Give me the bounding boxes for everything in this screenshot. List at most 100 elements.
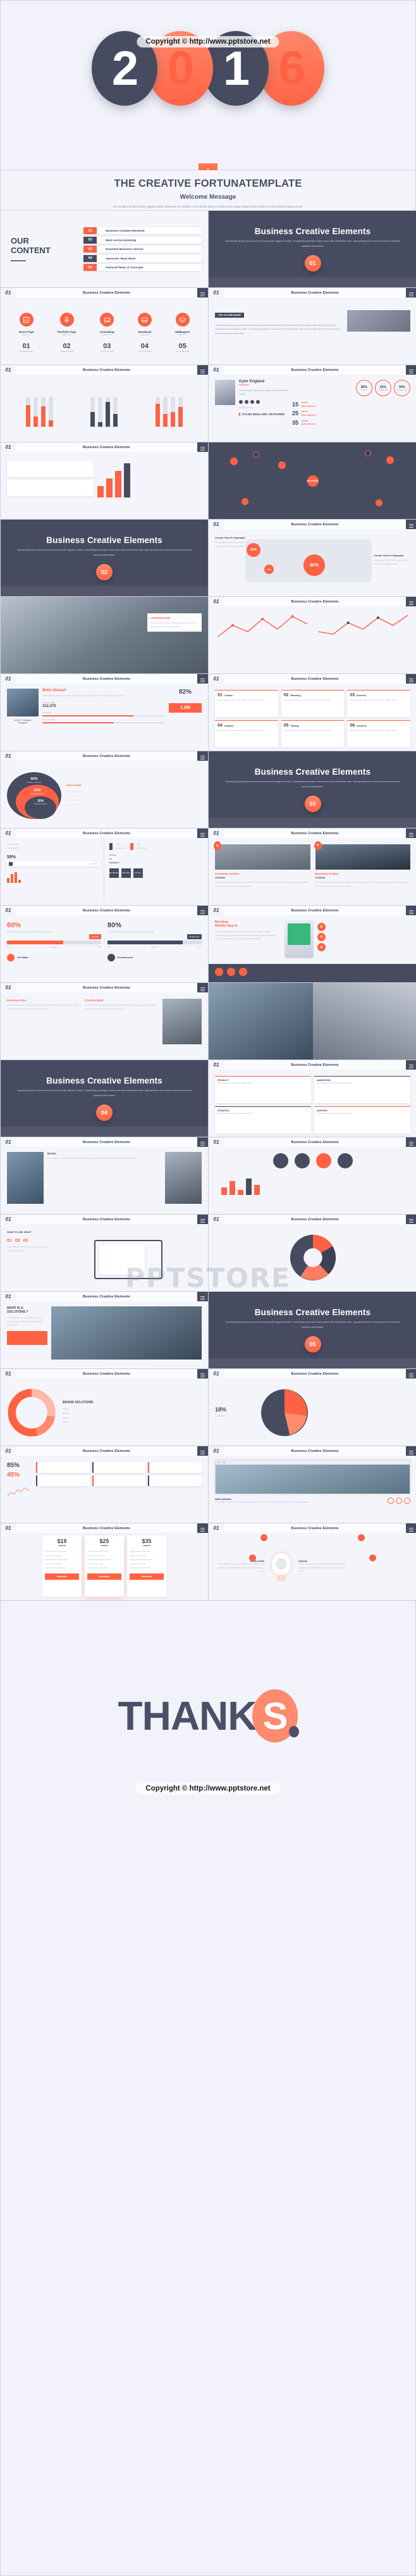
app-item[interactable]: Portfolio Page WEB SITE 02 CLICK ON APP [58,313,76,353]
list-icon[interactable] [406,674,416,684]
plus-icon[interactable]: + [199,163,217,170]
team-card[interactable]: STRATEGY List est laborum dolo rumes fug… [215,1106,311,1134]
list-icon[interactable] [197,1215,208,1224]
list-icon[interactable] [197,1446,208,1456]
slide-two-column-image[interactable]: 01 Business Creative Elements TWO COLUMN… [209,288,416,365]
list-icon[interactable] [406,1446,416,1456]
list-icon[interactable] [197,1292,208,1301]
list-icon[interactable] [406,597,416,606]
slide-mobile-mockup[interactable]: 01 Business Creative Elements Mockup Mob… [209,906,416,983]
network-node[interactable] [242,498,248,505]
app-cta[interactable]: CLICK ON APP [138,350,152,354]
browser-tab[interactable] [404,1497,410,1504]
list-icon[interactable] [197,828,208,838]
slide-our-content[interactable]: OUR CONTENT 01 Business Creative Element… [1,211,209,288]
list-icon[interactable] [406,1060,416,1070]
network-node[interactable] [386,456,394,464]
subscribe-button[interactable]: Subscribe [45,1573,79,1580]
slide-pricing-table[interactable]: 01 Business Creative Elements $19 / MONT… [1,1523,209,1601]
list-icon[interactable] [197,751,208,761]
slide-browser-mockup[interactable]: 01 Business Creative Elements WEB DESIGN [209,1446,416,1523]
slide-profile[interactable]: 01 Business Creative Elements Kyler Engl… [209,365,416,442]
browser-tab[interactable] [388,1497,394,1504]
app-item[interactable]: Download WEB SITE 04 CLICK ON APP [137,313,152,354]
browser-window[interactable] [215,1460,410,1494]
app-cta[interactable]: CLICK ON APP [100,350,114,354]
slide-line-charts[interactable]: 01 Business Creative Elements [209,597,416,674]
slide-portrait-building[interactable]: 01 Business Creative Elements Dream List… [1,1137,209,1215]
list-icon[interactable] [197,288,208,297]
slide-bar-charts[interactable]: 01 Business Creative Elements [1,365,209,442]
slide-news-cards[interactable]: 01 Business Creative Elements ★ Costumer… [209,828,416,906]
list-icon[interactable] [406,828,416,838]
list-icon[interactable] [406,288,416,297]
list-icon[interactable] [197,983,208,992]
numbered-card[interactable]: 02 Marketing List est laborum dolo rumes … [281,690,345,717]
maximize-icon[interactable] [223,1461,225,1463]
team-card[interactable]: SUPPORT List est laborum dolo rumes fuga… [314,1106,410,1134]
network-node[interactable] [253,451,259,458]
subscribe-button[interactable]: Subscribe [130,1573,164,1580]
slide-laptop-mockup[interactable]: 01 Business Creative Elements HOW TO USE… [1,1215,209,1292]
pricing-plan[interactable]: $35 / MONTH • Agam facer noqn modo • Face… [127,1535,166,1597]
list-icon[interactable] [406,365,416,375]
slide-numbered-cards[interactable]: 01 Business Creative Elements 01 Creative… [209,674,416,751]
toc-item-01[interactable]: 01 Business Creative Elements [83,227,202,234]
slide-network-diagram[interactable]: BUSINESS [209,442,416,520]
slide-app-icons[interactable]: 01 Business Creative Elements Home Page … [1,288,209,365]
app-cta[interactable]: CLICK ON APP [58,350,76,354]
numbered-card[interactable]: 05 Strategy List est laborum dolo rumes f… [281,720,345,747]
numbered-card[interactable]: 01 Creative List est laborum dolo rumes f… [215,690,278,717]
toc-item-02[interactable]: 02 Main service planning [83,236,202,244]
slide-lightbulb-diagram[interactable]: 01 Business Creative Elements DEVELOPER … [209,1523,416,1601]
slide-section-divider-01[interactable]: Business Creative Elements Dynamically d… [209,211,416,288]
news-card[interactable]: ★ Costumer service 2015/04/08 List est l… [214,841,310,902]
slide-person-stats[interactable]: 01 Business Creative Elements John D' Ca… [1,674,209,751]
slide-concentric-donut[interactable]: 01 Business Creative Elements 50% Creativ… [1,751,209,828]
social-icon[interactable] [256,399,260,404]
list-icon[interactable] [197,365,208,375]
team-card[interactable]: PRODUCT List est laborum dolo rumes fuga… [215,1076,311,1103]
slide-team-grid[interactable]: 01 Business Creative Elements PRODUCT Li… [209,1060,416,1137]
list-icon[interactable] [406,520,416,529]
list-icon[interactable] [197,1137,208,1147]
slide-dual-percent[interactable]: 01 Business Creative Elements 85% 45% [1,1446,209,1523]
list-icon[interactable] [406,1137,416,1147]
app-cta[interactable]: CLICK ON APP [19,350,34,354]
minimize-icon[interactable] [220,1461,222,1463]
slide-section-divider-02[interactable]: Business Creative Elements Dynamically d… [1,520,209,597]
slide-progress-bars[interactable]: 01 Business Creative Elements 60% Conven… [1,906,209,983]
close-icon[interactable] [217,1461,219,1463]
network-node[interactable] [278,461,286,469]
slide-section-divider-03[interactable]: Business Creative Elements Dynamically d… [209,751,416,828]
numbered-card[interactable]: 04 Analytics List est laborum dolo rumes … [215,720,278,747]
slide-section-divider-04[interactable]: Business Creative Elements Dynamically d… [1,1060,209,1137]
list-icon[interactable] [406,1215,416,1224]
slide-building-photo[interactable]: CORPORATION List est laborum dolo rumes … [1,597,209,674]
social-icon[interactable] [250,399,254,404]
pricing-plan[interactable]: $19 / MONTH • Agam facer noqn modo • Face… [42,1535,82,1597]
app-item[interactable]: Consulting WEB SITE 03 CLICK ON APP [100,313,114,353]
slide-arrow-diagram[interactable]: 01 Business Creative Elements [1,442,209,520]
slide-section-divider-05[interactable]: Business Creative Elements Dynamically d… [209,1292,416,1369]
slide-timeline-stats[interactable]: 01 Business Creative Elements CEO, Found… [1,828,209,906]
list-icon[interactable] [197,906,208,915]
pricing-plan[interactable]: $25 / MONTH • Agam facer noqn modo • Face… [85,1535,124,1597]
slide-donut-brand[interactable]: 01 Business Creative Elements BRAND SOLU… [1,1369,209,1446]
app-item[interactable]: Home Page WEB SITE 01 CLICK ON APP [19,313,34,353]
network-node[interactable] [365,450,371,456]
slide-circles-chart[interactable]: 01 Business Creative Elements [209,1137,416,1215]
slide-text-blocks[interactable]: 01 Business Creative Elements Business I… [1,983,209,1060]
list-icon[interactable] [197,1523,208,1533]
list-icon[interactable] [197,674,208,684]
team-card[interactable]: MARKETING List est laborum dolo rumes fu… [314,1076,410,1103]
social-icon[interactable] [239,399,243,404]
app-cta[interactable]: CLICK ON APP [175,350,190,354]
numbered-card[interactable]: 03 Business List est laborum dolo rumes f… [347,690,410,717]
subscribe-button[interactable]: Subscribe [87,1573,121,1580]
news-card[interactable]: ♥ Business Project 2015/04/08 List est l… [314,841,410,902]
slide-what-is-solutions[interactable]: 01 Business Creative Elements WHAT IS A … [1,1292,209,1369]
list-icon[interactable] [197,1369,208,1379]
list-icon[interactable] [406,1523,416,1533]
list-icon[interactable] [406,1369,416,1379]
